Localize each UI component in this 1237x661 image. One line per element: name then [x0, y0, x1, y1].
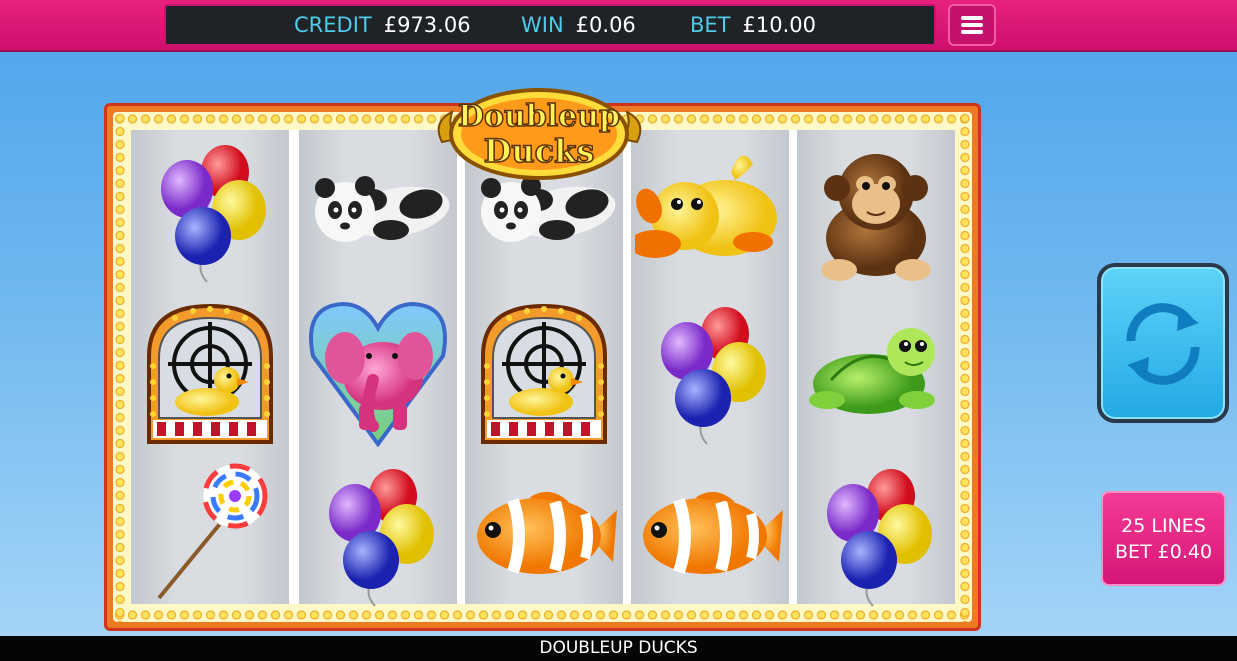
balloons-icon	[797, 454, 955, 616]
spin-arrows-icon	[1126, 303, 1200, 385]
bet-display: BET £10.00	[690, 13, 816, 37]
spin-button[interactable]	[1097, 263, 1229, 423]
reel-4	[631, 130, 789, 604]
game-title: DOUBLEUP DUCKS	[539, 638, 698, 658]
bulb-column-right	[960, 112, 970, 622]
balloons-icon	[631, 292, 789, 454]
lines-count-text: 25 LINES	[1121, 515, 1206, 537]
line-bet-text: BET £0.40	[1114, 541, 1213, 563]
win-display: WIN £0.06	[521, 13, 636, 37]
reel-2	[299, 130, 457, 604]
bet-label: BET	[690, 13, 731, 37]
bet-value: £10.00	[742, 13, 816, 37]
menu-button[interactable]	[948, 4, 996, 46]
credit-value: £973.06	[383, 13, 471, 37]
duck-shooting-gallery-icon	[465, 292, 623, 454]
bottom-bar: DOUBLEUP DUCKS	[0, 636, 1237, 661]
elephant-heart-icon	[299, 292, 457, 454]
monkey-icon	[797, 130, 955, 292]
lollipop-icon	[131, 454, 289, 616]
win-label: WIN	[521, 13, 564, 37]
balloons-icon	[131, 130, 289, 292]
reel-1	[131, 130, 289, 604]
reel-5	[797, 130, 955, 604]
bulb-column-left	[115, 112, 125, 622]
balance-panel: CREDIT £973.06 WIN £0.06 BET £10.00	[164, 4, 936, 46]
clownfish-icon	[465, 454, 623, 616]
logo-line-2: Ducks	[484, 132, 595, 170]
win-value: £0.06	[575, 13, 636, 37]
logo-line-1: Doubleup	[458, 99, 620, 134]
turtle-icon	[797, 292, 955, 454]
clownfish-icon	[631, 454, 789, 616]
marquee-border	[113, 112, 972, 622]
reel-area	[131, 130, 955, 604]
credit-display: CREDIT £973.06	[294, 13, 471, 37]
balloons-icon	[299, 454, 457, 616]
credit-label: CREDIT	[294, 13, 372, 37]
game-logo: Doubleup Ducks	[432, 82, 647, 184]
top-bar: CREDIT £973.06 WIN £0.06 BET £10.00	[0, 0, 1237, 52]
reel-3	[465, 130, 623, 604]
rubber-duck-icon	[631, 130, 789, 292]
duck-shooting-gallery-icon	[131, 292, 289, 454]
lines-bet-button[interactable]: 25 LINES BET £0.40	[1101, 491, 1226, 586]
